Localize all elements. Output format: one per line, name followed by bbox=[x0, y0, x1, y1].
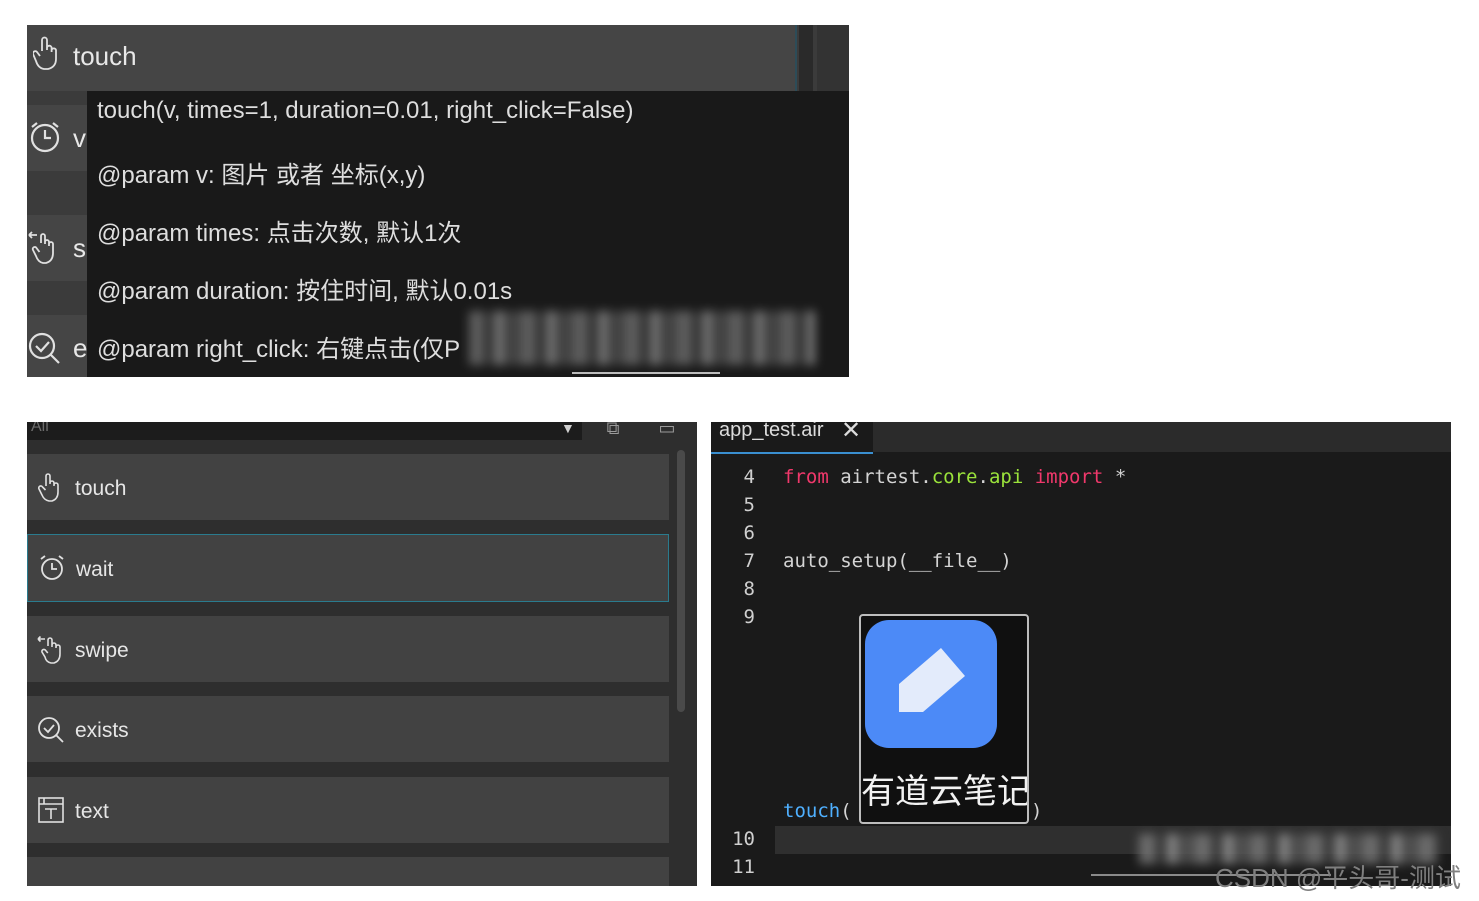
keyword: import bbox=[1034, 466, 1104, 488]
api-item-touch-header[interactable]: touch bbox=[27, 25, 797, 91]
api-item-next[interactable] bbox=[27, 857, 669, 886]
filter-value: All bbox=[31, 422, 49, 435]
snapshot-button[interactable]: ▭ bbox=[653, 422, 681, 438]
api-item-label: exists bbox=[75, 719, 129, 742]
tooltip-param-v: @param v: 图片 或者 坐标(x,y) bbox=[97, 162, 426, 189]
filter-select[interactable]: All ▼ bbox=[27, 422, 582, 440]
app-icon bbox=[865, 620, 997, 748]
swipe-hand-icon bbox=[28, 231, 54, 264]
code-punct: * bbox=[1114, 466, 1127, 488]
hand-pointer-icon bbox=[33, 36, 57, 70]
api-item-label: touch bbox=[75, 477, 127, 500]
api-item-swipe[interactable]: swipe bbox=[27, 616, 669, 682]
module-name: api bbox=[988, 466, 1024, 488]
code-punct: ) bbox=[1031, 800, 1043, 822]
scrollbar-track[interactable] bbox=[799, 25, 813, 91]
api-item-label: v bbox=[73, 123, 86, 153]
chevron-down-icon: ▼ bbox=[561, 422, 575, 436]
text-field-icon bbox=[38, 797, 64, 823]
swipe-hand-icon bbox=[37, 635, 61, 664]
line-number: 10 bbox=[732, 828, 755, 850]
line-number: 8 bbox=[743, 578, 755, 600]
api-item-label: text bbox=[75, 800, 109, 823]
code-line-import: from airtest.core.api import * bbox=[783, 466, 1126, 488]
pencil-icon bbox=[899, 648, 965, 712]
api-item-label: e bbox=[73, 333, 88, 363]
blurred-region bbox=[469, 311, 815, 365]
code-line-auto-setup: auto_setup(__file__) bbox=[783, 550, 1012, 572]
line-number: 6 bbox=[743, 522, 755, 544]
api-item-wait-peek[interactable]: v bbox=[27, 105, 87, 171]
check-search-icon bbox=[28, 332, 60, 364]
line-number: 11 bbox=[732, 856, 755, 878]
scrollbar-track bbox=[817, 25, 849, 91]
line-number: 5 bbox=[743, 494, 755, 516]
close-icon[interactable]: ✕ bbox=[841, 422, 861, 445]
tooltip-signature: touch(v, times=1, duration=0.01, right_c… bbox=[97, 97, 634, 124]
api-item-label: s bbox=[73, 233, 86, 263]
tooltip-box: touch(v, times=1, duration=0.01, right_c… bbox=[87, 91, 849, 377]
record-button[interactable]: ⧉ bbox=[599, 422, 627, 438]
check-search-icon bbox=[38, 717, 64, 743]
tab-bar: app_test.air ✕ bbox=[711, 422, 1451, 454]
keyword: from bbox=[783, 466, 829, 488]
api-item-swipe-peek[interactable]: s bbox=[27, 215, 87, 281]
code-punct: ( bbox=[840, 800, 852, 822]
api-item-touch[interactable]: touch bbox=[27, 454, 669, 520]
tab-app-test[interactable]: app_test.air ✕ bbox=[711, 422, 873, 454]
module-name: core bbox=[931, 466, 978, 488]
line-number: 4 bbox=[743, 466, 755, 488]
scrollbar-thumb[interactable] bbox=[677, 450, 685, 712]
api-item-exists-peek[interactable]: e bbox=[27, 315, 87, 377]
tooltip-param-times: @param times: 点击次数, 默认1次 bbox=[97, 220, 462, 247]
api-tooltip-panel: touch v s e touch(v, times=1, duration=0… bbox=[27, 25, 849, 377]
api-item-text[interactable]: text bbox=[27, 777, 669, 843]
alarm-clock-icon bbox=[40, 555, 64, 580]
tooltip-param-duration: @param duration: 按住时间, 默认0.01s bbox=[97, 278, 513, 305]
divider bbox=[572, 372, 720, 374]
api-item-label: wait bbox=[76, 558, 114, 581]
code-line-touch: touch( bbox=[783, 800, 852, 822]
hand-pointer-icon bbox=[37, 473, 59, 502]
alarm-clock-icon bbox=[30, 122, 60, 153]
module-name: airtest. bbox=[840, 466, 932, 488]
code-punct: . bbox=[977, 466, 989, 488]
tab-label: app_test.air bbox=[719, 422, 824, 441]
api-item-label: touch bbox=[73, 41, 137, 71]
image-caption: 有道云笔记 bbox=[861, 773, 1029, 811]
api-list-panel: All ▼ ⧉ ▭ touch wait swipe exists text bbox=[27, 422, 697, 886]
line-number: 9 bbox=[743, 606, 755, 628]
function-name: touch bbox=[783, 800, 841, 822]
api-item-exists[interactable]: exists bbox=[27, 696, 669, 762]
api-item-label: swipe bbox=[75, 639, 129, 662]
tooltip-param-right-click: @param right_click: 右键点击(仅P bbox=[97, 336, 461, 363]
watermark-text: CSDN @平头哥-测试 bbox=[1215, 863, 1461, 893]
code-editor[interactable]: app_test.air ✕ 4 5 6 7 8 9 10 11 from ai… bbox=[711, 422, 1451, 886]
image-template-thumbnail[interactable]: 有道云笔记 bbox=[859, 614, 1029, 824]
api-item-wait[interactable]: wait bbox=[27, 534, 669, 602]
line-number: 7 bbox=[743, 550, 755, 572]
